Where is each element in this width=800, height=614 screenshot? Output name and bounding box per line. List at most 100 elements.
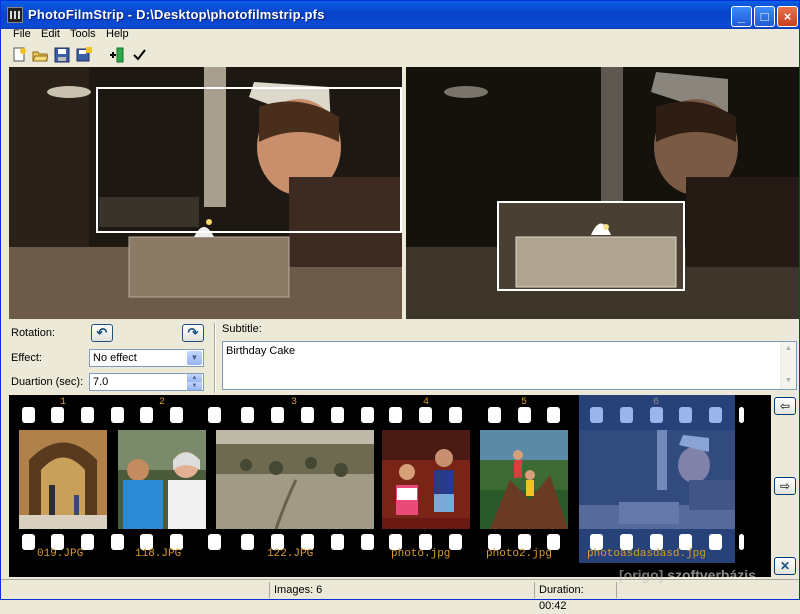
film-perforation bbox=[361, 407, 374, 423]
subtitle-textarea[interactable]: Birthday Cake ▲ ▼ bbox=[222, 341, 797, 390]
rotation-label: Rotation: bbox=[11, 327, 55, 339]
film-perforation bbox=[51, 407, 64, 423]
scroll-up-icon[interactable]: ▲ bbox=[785, 345, 792, 352]
status-cell-empty bbox=[1, 582, 269, 598]
status-bar: Images: 6 Duration: 00:42 bbox=[1, 579, 799, 599]
thumbnail-photo[interactable] bbox=[382, 430, 470, 529]
thumbnail-image bbox=[382, 430, 470, 529]
thumbnail-image bbox=[480, 430, 568, 529]
scroll-down-icon[interactable]: ▼ bbox=[785, 377, 792, 384]
effect-select[interactable]: No effect ▼ bbox=[89, 349, 204, 367]
film-perforation bbox=[208, 407, 221, 423]
film-perforation bbox=[22, 407, 35, 423]
film-perforation bbox=[111, 534, 124, 550]
render-check-icon[interactable] bbox=[131, 47, 147, 63]
film-perforation bbox=[518, 407, 531, 423]
duration-label: Duartion (sec): bbox=[11, 376, 83, 388]
duration-spinner[interactable]: 7.0 ▲ ▼ bbox=[89, 373, 204, 391]
subtitle-text: Birthday Cake bbox=[226, 345, 295, 357]
subtitle-scrollbar[interactable]: ▲ ▼ bbox=[780, 342, 796, 389]
film-perforation bbox=[739, 534, 744, 550]
film-perforation bbox=[547, 407, 560, 423]
film-perforation bbox=[140, 407, 153, 423]
film-perforation bbox=[301, 407, 314, 423]
minimize-button[interactable]: _ bbox=[731, 6, 752, 27]
start-preview-panel[interactable] bbox=[9, 67, 402, 319]
new-project-icon[interactable] bbox=[11, 47, 27, 63]
spin-up-icon[interactable]: ▲ bbox=[187, 374, 202, 382]
frame-number: 4 bbox=[423, 397, 429, 408]
frame-number: 1 bbox=[60, 397, 66, 408]
subtitle-label: Subtitle: bbox=[222, 323, 262, 335]
frame-filename: photo.jpg bbox=[391, 548, 450, 560]
film-perforation bbox=[419, 407, 432, 423]
start-crop-rectangle[interactable] bbox=[96, 87, 402, 233]
thumbnail-118[interactable] bbox=[118, 430, 206, 529]
end-preview-panel[interactable] bbox=[406, 67, 799, 319]
title-bar[interactable]: PhotoFilmStrip - D:\Desktop\photofilmstr… bbox=[1, 1, 799, 29]
save-as-icon[interactable] bbox=[76, 47, 92, 63]
filmstrip[interactable]: 1 2 3 4 5 6 bbox=[9, 395, 771, 577]
move-right-button[interactable]: ⇨ bbox=[774, 477, 796, 495]
frame-filename: photoasdasdasd.jpg bbox=[587, 548, 706, 560]
remove-image-button[interactable]: ✕ bbox=[774, 557, 796, 575]
film-perforation bbox=[361, 534, 374, 550]
controls-divider bbox=[214, 323, 216, 393]
film-perforation bbox=[22, 534, 35, 550]
frame-number: 3 bbox=[291, 397, 297, 408]
film-perforation bbox=[331, 534, 344, 550]
move-left-button[interactable]: ⇦ bbox=[774, 397, 796, 415]
thumbnail-image bbox=[216, 430, 374, 529]
menu-bar: File Edit Tools Help bbox=[1, 29, 799, 45]
app-window: PhotoFilmStrip - D:\Desktop\photofilmstr… bbox=[0, 0, 800, 600]
spin-down-icon[interactable]: ▼ bbox=[187, 382, 202, 390]
status-images-count: Images: 6 bbox=[269, 582, 531, 598]
effect-label: Effect: bbox=[11, 352, 42, 364]
close-button[interactable]: × bbox=[777, 6, 798, 27]
import-pictures-icon[interactable] bbox=[109, 47, 125, 63]
menu-tools[interactable]: Tools bbox=[70, 28, 96, 40]
frame-filename: photo2.jpg bbox=[486, 548, 552, 560]
effect-value: No effect bbox=[93, 352, 137, 364]
frame-filename: 122.JPG bbox=[267, 548, 313, 560]
thumbnail-image bbox=[118, 430, 206, 529]
film-perforation bbox=[331, 407, 344, 423]
filmstrip-app-icon bbox=[7, 7, 23, 23]
chevron-down-icon[interactable]: ▼ bbox=[187, 351, 202, 365]
film-perforation bbox=[389, 407, 402, 423]
thumbnail-photo2[interactable] bbox=[480, 430, 568, 529]
maximize-button[interactable]: □ bbox=[754, 6, 775, 27]
film-perforation bbox=[449, 407, 462, 423]
film-perforation bbox=[170, 407, 183, 423]
thumbnail-image bbox=[19, 430, 107, 529]
toolbar bbox=[1, 45, 799, 65]
film-perforation bbox=[241, 534, 254, 550]
frame-filename: 118.JPG bbox=[135, 548, 181, 560]
film-perforation bbox=[241, 407, 254, 423]
thumbnail-122[interactable] bbox=[216, 430, 374, 529]
film-perforation bbox=[709, 534, 722, 550]
status-cell-extra bbox=[616, 582, 796, 598]
thumbnail-019[interactable] bbox=[19, 430, 107, 529]
rotate-right-button[interactable]: ↷ bbox=[182, 324, 204, 342]
film-perforation bbox=[81, 407, 94, 423]
open-project-icon[interactable] bbox=[32, 47, 48, 63]
frame-filename: 019.JPG bbox=[37, 548, 83, 560]
film-perforation bbox=[271, 407, 284, 423]
frame-number: 5 bbox=[521, 397, 527, 408]
frame-number: 2 bbox=[159, 397, 165, 408]
end-crop-rectangle[interactable] bbox=[497, 201, 685, 291]
film-perforation bbox=[739, 407, 744, 423]
menu-file[interactable]: File bbox=[13, 28, 31, 40]
film-perforation bbox=[111, 407, 124, 423]
duration-value: 7.0 bbox=[93, 376, 108, 388]
save-icon[interactable] bbox=[54, 47, 70, 63]
rotate-left-button[interactable]: ↶ bbox=[91, 324, 113, 342]
film-perforation bbox=[208, 534, 221, 550]
film-perforation bbox=[488, 407, 501, 423]
status-duration: Duration: 00:42 bbox=[534, 582, 614, 598]
menu-edit[interactable]: Edit bbox=[41, 28, 60, 40]
menu-help[interactable]: Help bbox=[106, 28, 129, 40]
window-title: PhotoFilmStrip - D:\Desktop\photofilmstr… bbox=[28, 7, 325, 22]
film-perforation bbox=[449, 534, 462, 550]
